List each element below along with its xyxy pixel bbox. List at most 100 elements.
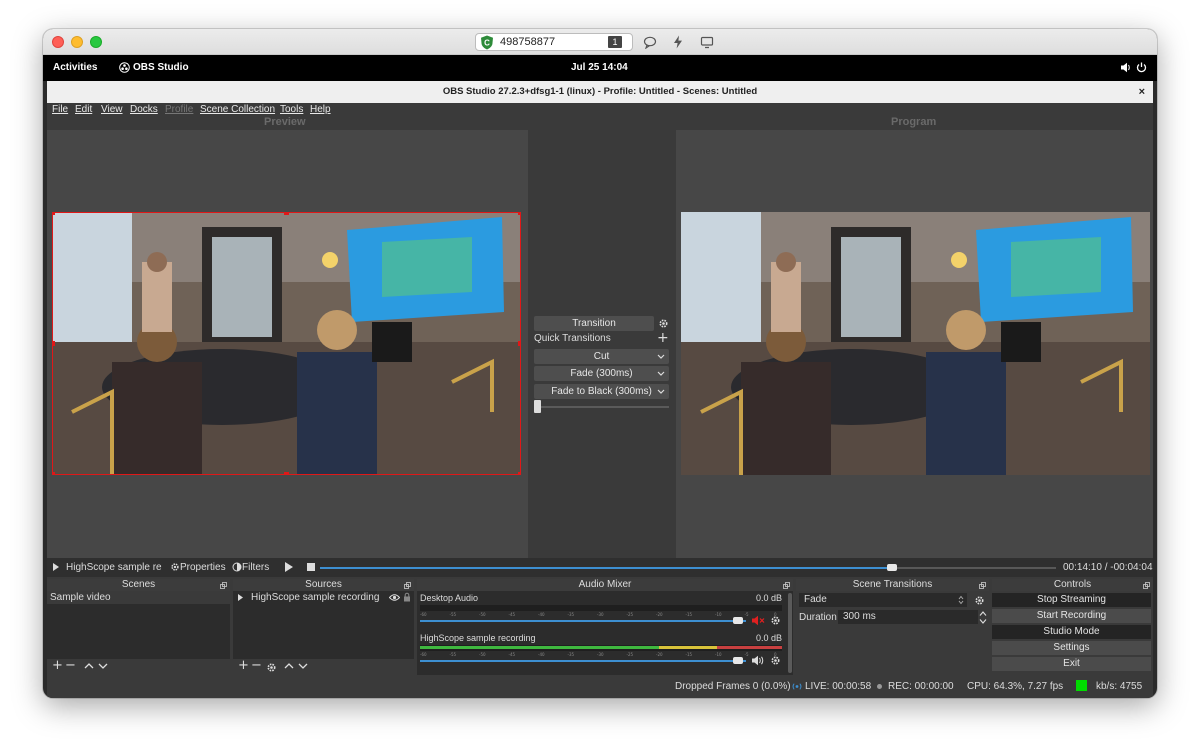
program-video-frame (681, 212, 1150, 475)
play-small-icon[interactable] (52, 562, 60, 575)
quick-transition-label: Fade to Black (300ms) (551, 386, 652, 397)
clock[interactable]: Jul 25 14:04 (571, 62, 628, 73)
volume-slider[interactable] (420, 617, 746, 624)
undock-icon[interactable] (1143, 581, 1150, 593)
gear-icon[interactable] (770, 655, 781, 669)
list-item[interactable]: Sample video (47, 591, 230, 604)
close-window-button[interactable] (52, 36, 64, 48)
filter-icon[interactable] (232, 562, 242, 575)
lightning-icon[interactable] (672, 35, 684, 52)
plus-icon[interactable]: + (657, 330, 669, 346)
meter-green (420, 646, 659, 649)
speaker-icon[interactable] (751, 655, 765, 669)
muted-speaker-icon[interactable] (751, 615, 765, 629)
meter-tick-label: -30 (597, 612, 604, 617)
t-bar-handle[interactable] (534, 400, 541, 413)
scene-transitions-title: Scene Transitions (852, 579, 933, 590)
resize-handle[interactable] (284, 212, 289, 215)
spinbox-arrows-icon[interactable] (979, 610, 987, 628)
properties-button[interactable]: Properties (180, 562, 226, 573)
play-small-icon[interactable] (237, 593, 244, 605)
add-icon[interactable]: + (238, 658, 249, 673)
menu-profile[interactable]: Profile (165, 104, 193, 115)
menu-tools[interactable]: Tools (280, 104, 303, 115)
chevron-up-icon[interactable] (84, 662, 94, 673)
resize-handle[interactable] (52, 341, 55, 346)
lock-icon[interactable] (403, 592, 411, 605)
settings-button[interactable]: Settings (992, 641, 1151, 655)
gear-icon[interactable] (266, 662, 277, 676)
list-item[interactable]: HighScope sample recording (233, 591, 414, 604)
quick-transition-fade[interactable]: Fade (300ms) (534, 366, 669, 381)
zoom-window-button[interactable] (90, 36, 102, 48)
menu-bar: File Edit View Docks Profile Scene Colle… (47, 103, 1153, 118)
remove-icon[interactable]: − (65, 658, 76, 673)
volume-slider[interactable] (420, 657, 746, 664)
menu-file[interactable]: File (52, 104, 68, 115)
menu-view[interactable]: View (101, 104, 123, 115)
meter-tick-label: -40 (538, 652, 545, 657)
vnc-session-field[interactable]: C 498758877 1 (475, 33, 633, 51)
play-icon[interactable] (284, 561, 294, 576)
mixer-channel-desktop-audio: Desktop Audio 0.0 dB -60 -55 -50 -45 -40 -35 -… (417, 591, 785, 629)
app-menu-label[interactable]: OBS Studio (133, 62, 189, 73)
menu-help[interactable]: Help (310, 104, 331, 115)
resize-handle[interactable] (518, 212, 521, 215)
stop-streaming-button[interactable]: Stop Streaming (992, 593, 1151, 607)
program-label: Program (891, 116, 937, 128)
display-icon[interactable] (700, 35, 714, 52)
scene-name: Sample video (50, 592, 111, 603)
resize-handle[interactable] (518, 472, 521, 475)
mixer-scrollbar[interactable] (787, 591, 793, 675)
meter-tick-label: -10 (715, 612, 722, 617)
stop-icon[interactable] (306, 562, 316, 575)
start-recording-button[interactable]: Start Recording (992, 609, 1151, 623)
gear-icon[interactable] (770, 615, 781, 629)
studio-mode-button[interactable]: Studio Mode (992, 625, 1151, 639)
media-progress-track[interactable] (320, 564, 1056, 571)
chat-icon[interactable] (643, 35, 657, 52)
chevron-up-icon[interactable] (284, 662, 294, 673)
minimize-window-button[interactable] (71, 36, 83, 48)
volume-slider-handle[interactable] (732, 657, 743, 664)
resize-handle[interactable] (52, 212, 55, 215)
menu-scene-collection[interactable]: Scene Collection (200, 104, 275, 115)
close-icon[interactable]: × (1139, 81, 1145, 103)
duration-value: 300 ms (843, 611, 876, 622)
quick-transition-cut[interactable]: Cut (534, 349, 669, 364)
audio-mixer: Desktop Audio 0.0 dB -60 -55 -50 -45 -40 -35 -… (417, 591, 787, 675)
transition-button[interactable]: Transition (534, 316, 654, 331)
activities-button[interactable]: Activities (53, 62, 97, 73)
gear-icon[interactable] (974, 595, 985, 609)
preview-canvas[interactable] (47, 130, 528, 558)
transition-select[interactable]: Fade (799, 593, 967, 607)
media-progress-handle[interactable] (886, 564, 897, 571)
power-icon[interactable] (1136, 62, 1147, 76)
resize-handle[interactable] (518, 341, 521, 346)
chevron-down-icon[interactable] (298, 662, 308, 673)
add-icon[interactable]: + (52, 658, 63, 673)
t-bar-track[interactable] (534, 406, 669, 408)
menu-docks[interactable]: Docks (130, 104, 158, 115)
filters-button[interactable]: Filters (242, 562, 269, 573)
menu-edit[interactable]: Edit (75, 104, 92, 115)
duration-input[interactable]: 300 ms (838, 610, 978, 624)
remove-icon[interactable]: − (251, 658, 262, 673)
meter-tick-label: -20 (656, 612, 663, 617)
resize-handle[interactable] (52, 472, 55, 475)
volume-icon[interactable] (1120, 62, 1132, 76)
eye-icon[interactable] (388, 593, 401, 605)
preview-video-frame[interactable] (52, 212, 521, 475)
volume-slider-handle[interactable] (732, 617, 743, 624)
exit-button[interactable]: Exit (992, 657, 1151, 671)
vnc-titlebar: C 498758877 1 (43, 29, 1157, 55)
gear-icon[interactable] (170, 562, 180, 575)
media-source-name[interactable]: HighScope sample re (66, 562, 162, 573)
audio-mixer-dock-title: Audio Mixer (417, 579, 793, 591)
source-selection-box[interactable] (52, 212, 521, 475)
mixer-scrollbar-thumb[interactable] (788, 593, 792, 673)
media-progress-fill (320, 567, 892, 569)
chevron-down-icon[interactable] (98, 662, 108, 673)
quick-transition-fade-to-black[interactable]: Fade to Black (300ms) (534, 384, 669, 399)
resize-handle[interactable] (284, 472, 289, 475)
